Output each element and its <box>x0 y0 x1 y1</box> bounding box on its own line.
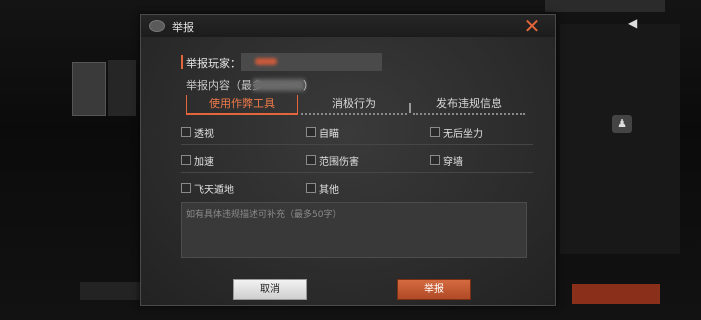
checkbox[interactable] <box>181 127 191 137</box>
checkbox[interactable] <box>181 155 191 165</box>
dialog-header: 举报 ✕ <box>141 15 555 37</box>
tab-separator <box>409 103 411 113</box>
option-label: 透视 <box>194 129 214 140</box>
option-label: 无后坐力 <box>443 129 483 140</box>
report-button[interactable]: 举报 <box>397 279 471 300</box>
option-label: 范围伤害 <box>319 157 359 168</box>
description-input[interactable]: 如有具体违规描述可补充（最多50字） <box>181 202 527 258</box>
checkbox[interactable] <box>306 155 316 165</box>
background-figure-icon: ♟ <box>612 115 632 133</box>
option-label: 飞天遁地 <box>194 185 234 196</box>
checkbox[interactable] <box>430 127 440 137</box>
accent-bar <box>181 55 183 69</box>
background-thumbnail <box>72 62 106 116</box>
close-icon[interactable]: ✕ <box>521 16 543 36</box>
description-placeholder: 如有具体违规描述可补充（最多50字） <box>186 210 342 220</box>
background-arrow-icon: ◀ <box>628 16 638 30</box>
checkbox[interactable] <box>181 183 191 193</box>
background-strip <box>108 60 136 116</box>
redacted-player-name <box>255 58 277 65</box>
report-dialog: 举报 ✕ 举报玩家： 举报内容（最多 ） 使用作弊工具 消极行为 发布违规信息 … <box>140 14 556 306</box>
background-bottom-left <box>80 282 140 300</box>
option-label: 加速 <box>194 157 214 168</box>
report-content-label: 举报内容（最多 <box>186 79 263 92</box>
option-label: 其他 <box>319 185 339 196</box>
status-bar <box>545 0 665 12</box>
background-right-panel <box>560 24 680 254</box>
option-label: 穿墙 <box>443 157 463 168</box>
tab-cheating-tools[interactable]: 使用作弊工具 <box>186 95 298 115</box>
dialog-title: 举报 <box>172 21 194 34</box>
checkbox[interactable] <box>306 127 316 137</box>
game-logo-icon <box>149 20 165 32</box>
redacted-content-limit <box>253 79 305 91</box>
checkbox[interactable] <box>430 155 440 165</box>
cancel-button[interactable]: 取消 <box>233 279 307 300</box>
option-label: 自瞄 <box>319 129 339 140</box>
row-divider <box>181 144 533 145</box>
report-player-label: 举报玩家： <box>186 57 241 70</box>
row-divider <box>181 172 533 173</box>
tab-illegal-info[interactable]: 发布违规信息 <box>413 95 525 115</box>
report-content-label-suffix: ） <box>303 79 314 92</box>
background-button <box>572 284 660 304</box>
tab-negative-behavior[interactable]: 消极行为 <box>301 95 407 115</box>
checkbox[interactable] <box>306 183 316 193</box>
